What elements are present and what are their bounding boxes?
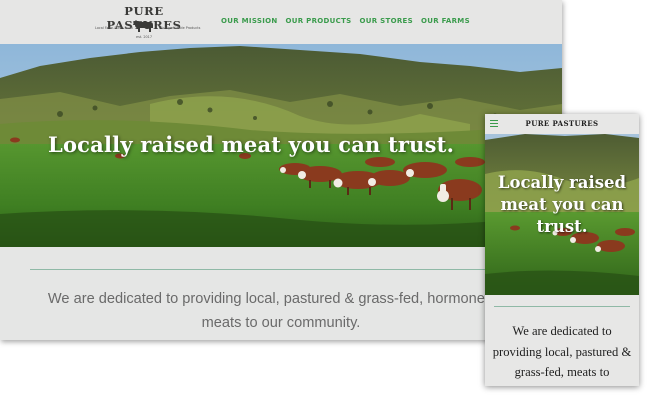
nav-our-stores[interactable]: OUR STORES — [360, 17, 413, 25]
main-nav: OUR MISSION OUR PRODUCTS OUR STORES OUR … — [221, 17, 470, 25]
nav-our-products[interactable]: OUR PRODUCTS — [286, 17, 352, 25]
mobile-site-title: PURE PASTURES — [525, 119, 599, 128]
logo-established: est. 2017 — [136, 35, 152, 39]
mobile-mission-statement: We are dedicated to providing local, pas… — [492, 324, 632, 379]
hero-headline: Locally raised meat you can trust. — [48, 132, 455, 157]
mobile-hero-banner: Locally raised meat you can trust. — [485, 134, 639, 295]
desktop-site-preview: PURE PASTURES Local Farm-Fresh Food Mich… — [0, 0, 562, 340]
logo-tagline-left: Local Farm-Fresh Food — [95, 26, 133, 30]
logo-tagline-right: Michigan-Made Products — [159, 26, 201, 30]
hero-banner: Locally raised meat you can trust. — [0, 44, 562, 247]
site-header: PURE PASTURES Local Farm-Fresh Food Mich… — [0, 0, 562, 44]
mobile-site-preview: PURE PASTURES Locally raised meat you ca… — [485, 114, 639, 386]
mobile-hero-headline: Locally raised meat you can trust. — [497, 173, 627, 236]
mission-statement: We are dedicated to providing local, pas… — [47, 291, 515, 331]
mobile-header: PURE PASTURES — [485, 114, 639, 134]
section-divider — [30, 269, 532, 270]
site-logo[interactable]: PURE PASTURES Local Farm-Fresh Food Mich… — [92, 4, 200, 42]
nav-our-farms[interactable]: OUR FARMS — [421, 17, 470, 25]
mobile-section-divider — [494, 306, 630, 307]
cow-icon — [133, 20, 153, 32]
nav-our-mission[interactable]: OUR MISSION — [221, 17, 278, 25]
